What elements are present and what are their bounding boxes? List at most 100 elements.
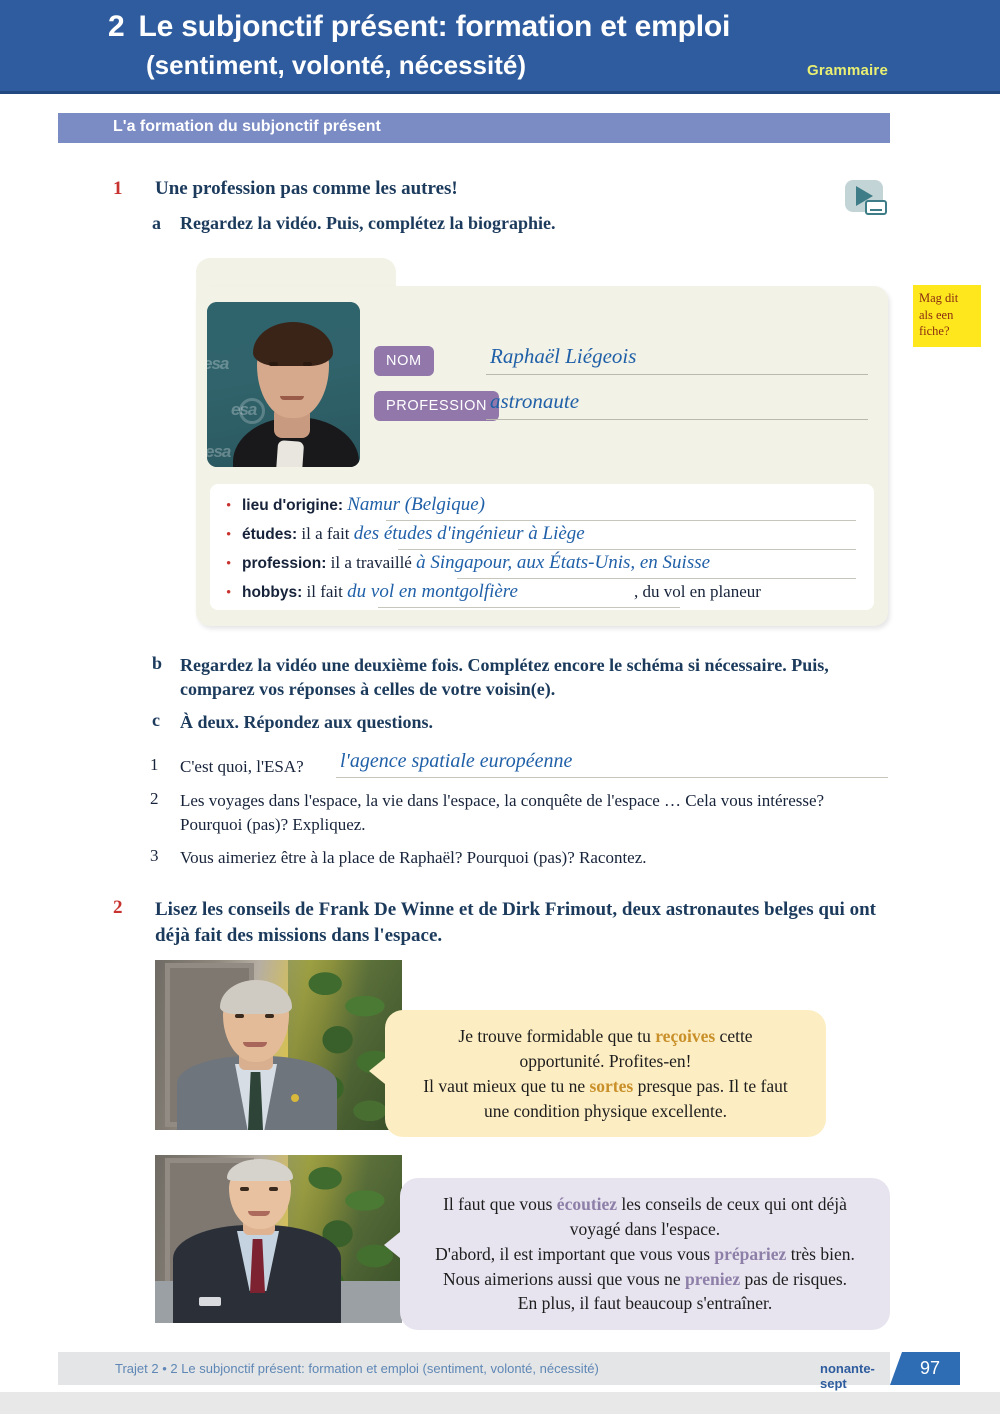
bubble-text: très bien. xyxy=(786,1243,855,1264)
question-3-number: 3 xyxy=(150,846,159,865)
question-3-text: Vous aimeriez être à la place de Raphaël… xyxy=(180,848,647,867)
field-row-profession: PROFESSION astronaute xyxy=(374,389,874,421)
bubble-text: Nous aimerions aussi que vous ne xyxy=(442,1268,686,1289)
bubble-text: une condition physique excellente. xyxy=(484,1100,727,1121)
bubble-line: D'abord, il est important que vous vous … xyxy=(420,1242,870,1267)
bullet-icon: • xyxy=(226,498,232,514)
highlighted-verb: preniez xyxy=(685,1268,741,1289)
exercise-1-number: 1 xyxy=(113,178,123,199)
bubble-line: voyagé dans l'espace. xyxy=(420,1217,870,1242)
highlighted-verb: écoutiez xyxy=(556,1194,618,1214)
speech-bubble-frank: Je trouve formidable que tu reçoives cet… xyxy=(385,1010,826,1138)
detail-label: profession: xyxy=(242,555,327,572)
exercise-1c-instruction: À deux. Répondez aux questions. xyxy=(180,712,434,732)
person-mouth xyxy=(280,396,304,400)
dirk-frimout-photo xyxy=(155,1155,402,1323)
exercise-1a-instruction: Regardez la vidéo. Puis, complétez la bi… xyxy=(180,213,556,233)
field-row-nom: NOM Raphaël Liégeois xyxy=(374,344,874,376)
detail-answer[interactable]: du vol en montgolfière xyxy=(347,581,518,602)
bubble-text: presque pas. Il te faut xyxy=(633,1075,788,1096)
unit-number: 2 xyxy=(108,10,125,43)
detail-answer[interactable]: Namur (Belgique) xyxy=(347,494,485,515)
unit-subtitle: (sentiment, volonté, nécessité) xyxy=(146,50,526,80)
photo-eye xyxy=(269,1187,278,1191)
section-header-bar: L'a formation du subjonctif présent xyxy=(58,113,890,143)
sticky-note: Mag dit als een fiche? xyxy=(913,285,981,347)
bubble-line: Je trouve formidable que tu reçoives cet… xyxy=(405,1024,806,1049)
highlighted-verb: prépariez xyxy=(714,1243,787,1264)
detail-answer[interactable]: des études d'ingénieur à Liège xyxy=(354,523,585,544)
page-footer: Trajet 2 • 2 Le subjonctif présent: form… xyxy=(58,1352,890,1391)
bubble-text: Il vaut mieux que tu ne xyxy=(423,1075,590,1096)
page-title: 2 Le subjonctif présent: formation et emp… xyxy=(108,10,730,44)
esa-logo-text: esa xyxy=(207,442,231,461)
detail-item-hobbys: • hobbys: il fait du vol en montgolfière,… xyxy=(226,581,761,603)
esa-logo-ring xyxy=(239,398,265,424)
photo-mouth xyxy=(243,1042,267,1047)
frank-de-winne-photo xyxy=(155,960,402,1130)
bubble-text: Il faut que vous xyxy=(443,1194,557,1214)
photo-mouth xyxy=(248,1211,270,1216)
unit-title: Le subjonctif présent: formation et empl… xyxy=(138,10,731,43)
bubble-text: opportunité. Profites-en! xyxy=(519,1050,692,1071)
field-tag-nom: NOM xyxy=(374,346,434,376)
bubble-line: opportunité. Profites-en! xyxy=(405,1049,806,1074)
detail-prefix: il a fait xyxy=(301,524,350,543)
bullet-icon: • xyxy=(226,527,232,543)
bubble-text: cette xyxy=(715,1026,753,1046)
bubble-tail-2 xyxy=(384,1232,400,1258)
exercise-1-title: Une profession pas comme les autres! xyxy=(155,178,458,199)
footer-page-word: nonante-sept xyxy=(820,1361,875,1391)
bubble-text: En plus, il faut beaucoup s'entraîner. xyxy=(517,1293,773,1314)
field-answer-profession[interactable]: astronaute xyxy=(490,389,579,414)
detail-underline xyxy=(457,578,856,579)
bubble-text: Je trouve formidable que tu xyxy=(458,1026,656,1046)
video-play-icon[interactable] xyxy=(845,180,887,218)
bubble-text: les conseils de ceux qui ont déjà xyxy=(617,1194,847,1214)
highlighted-verb: reçoives xyxy=(655,1026,716,1046)
page-header: 2 Le subjonctif présent: formation et emp… xyxy=(0,0,1000,94)
question-2-number: 2 xyxy=(150,789,159,808)
exercise-1c-letter: c xyxy=(152,710,160,730)
detail-suffix: , du vol en planeur xyxy=(633,582,761,601)
page-number: 97 xyxy=(919,1358,941,1378)
detail-answer[interactable]: à Singapour, aux États-Unis, en Suisse xyxy=(416,552,710,573)
bullet-icon: • xyxy=(226,585,232,601)
photo-eye xyxy=(240,1187,249,1191)
card-body: esa esa esa NOM Raphaël Liégeois PROFESS… xyxy=(196,286,888,626)
exercise-2-number: 2 xyxy=(113,897,123,918)
bullet-icon: • xyxy=(226,556,232,572)
esa-logo-text: esa xyxy=(207,354,229,373)
bubble-line: une condition physique excellente. xyxy=(405,1099,806,1124)
detail-item-etudes: • études: il a fait des études d'ingénieu… xyxy=(226,523,585,545)
exercise-1a-letter: a xyxy=(152,213,161,233)
exercise-2-instruction: Lisez les conseils de Frank De Winne et … xyxy=(155,899,876,947)
footer-breadcrumb: Trajet 2 • 2 Le subjonctif présent: form… xyxy=(115,1361,599,1376)
detail-prefix: il fait xyxy=(306,582,343,601)
field-underline-profession xyxy=(486,419,868,420)
photo-eye xyxy=(265,1014,274,1018)
page-bottom-strip xyxy=(0,1392,1000,1414)
detail-underline xyxy=(398,549,856,550)
person-eye xyxy=(303,362,312,366)
bubble-line: Il vaut mieux que tu ne sortes presque p… xyxy=(405,1074,806,1099)
person-eyebrow xyxy=(267,355,280,358)
field-underline-nom xyxy=(486,374,868,375)
bubble-text: D'abord, il est important que vous vous xyxy=(435,1243,715,1264)
field-tag-profession: PROFESSION xyxy=(374,391,500,421)
field-answer-nom[interactable]: Raphaël Liégeois xyxy=(490,344,636,369)
bubble-text: pas de risques. xyxy=(740,1268,848,1289)
question-1-underline xyxy=(336,777,888,778)
biography-card: esa esa esa NOM Raphaël Liégeois PROFESS… xyxy=(196,258,888,626)
person-eye xyxy=(269,362,278,366)
raphael-photo: esa esa esa xyxy=(207,302,360,467)
bubble-tail-1 xyxy=(369,1058,385,1084)
detail-item-lieu: • lieu d'origine: Namur (Belgique) xyxy=(226,494,485,516)
exercise-1b-letter: b xyxy=(152,653,163,673)
bubble-text: voyagé dans l'espace. xyxy=(569,1218,721,1239)
question-1-answer[interactable]: l'agence spatiale européenne xyxy=(340,750,572,773)
detail-label: études: xyxy=(242,526,298,543)
biography-details-box: • lieu d'origine: Namur (Belgique) • étude… xyxy=(210,484,874,610)
bubble-line: Nous aimerions aussi que vous ne preniez… xyxy=(420,1267,870,1292)
detail-underline xyxy=(386,520,856,521)
